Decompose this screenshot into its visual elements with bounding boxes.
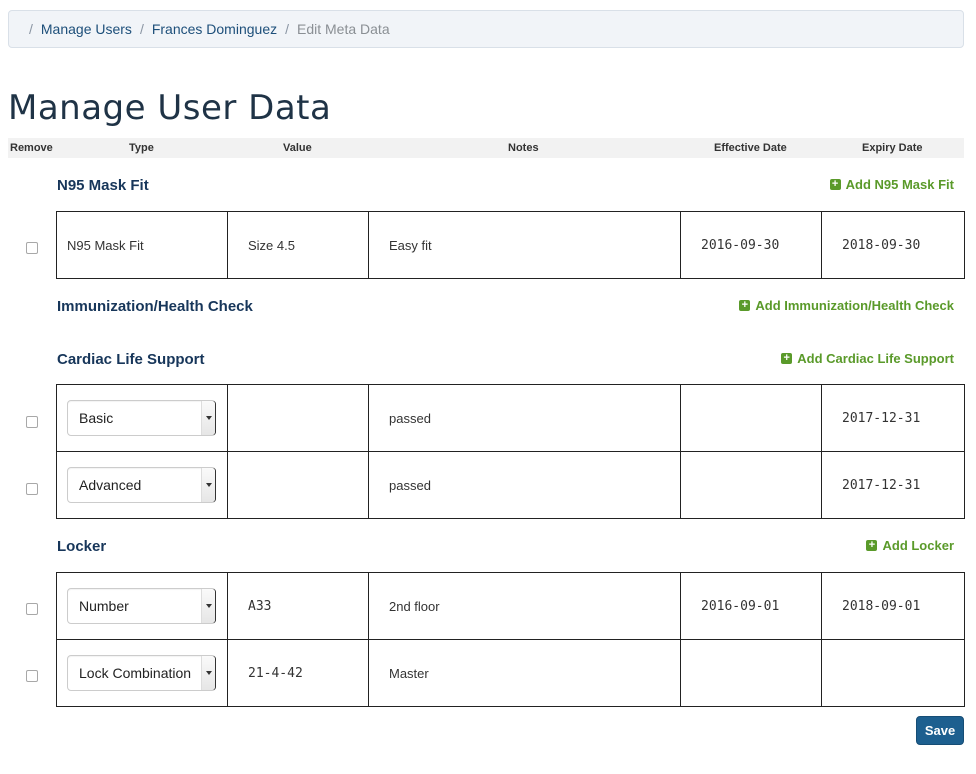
add-locker-label: Add Locker bbox=[882, 538, 954, 553]
remove-checkbox[interactable] bbox=[26, 242, 38, 254]
section-title-cardiac: Cardiac Life Support bbox=[57, 351, 205, 368]
page-title: Manage User Data bbox=[8, 88, 332, 128]
column-header-effective-date: Effective Date bbox=[714, 142, 787, 154]
effective-date-cell[interactable] bbox=[680, 639, 822, 707]
remove-checkbox[interactable] bbox=[26, 670, 38, 682]
section-title-n95: N95 Mask Fit bbox=[57, 177, 149, 194]
value-cell[interactable]: 21-4-42 bbox=[227, 639, 369, 707]
plus-icon: + bbox=[739, 300, 751, 311]
select-arrow-icon bbox=[201, 401, 215, 435]
expiry-date-cell[interactable]: 2018-09-30 bbox=[821, 211, 965, 279]
type-select-value: Lock Combination bbox=[79, 665, 192, 681]
plus-icon: + bbox=[866, 540, 878, 551]
type-select[interactable]: Lock Combination bbox=[67, 655, 216, 691]
column-header-remove: Remove bbox=[10, 142, 53, 154]
add-cardiac-button[interactable]: + Add Cardiac Life Support bbox=[781, 351, 954, 366]
plus-icon: + bbox=[781, 353, 793, 364]
plus-icon: + bbox=[829, 179, 841, 190]
type-select[interactable]: Advanced bbox=[67, 467, 216, 503]
section-title-immunization: Immunization/Health Check bbox=[57, 298, 253, 315]
select-arrow-icon bbox=[201, 589, 215, 623]
value-cell[interactable]: Size 4.5 bbox=[227, 211, 369, 279]
add-immunization-label: Add Immunization/Health Check bbox=[755, 298, 954, 313]
select-arrow-icon bbox=[201, 656, 215, 690]
effective-date-cell[interactable] bbox=[680, 451, 822, 519]
locker-table: Number A33 2nd floor 2016-09-01 2018-09-… bbox=[56, 572, 965, 707]
type-select-value: Number bbox=[79, 598, 129, 614]
notes-cell[interactable]: 2nd floor bbox=[368, 572, 681, 640]
column-header-row: Remove Type Value Notes Effective Date E… bbox=[8, 138, 964, 158]
value-cell[interactable] bbox=[227, 384, 369, 452]
add-locker-button[interactable]: + Add Locker bbox=[866, 538, 954, 553]
breadcrumb-separator: / bbox=[29, 21, 33, 37]
remove-checkbox[interactable] bbox=[26, 483, 38, 495]
type-select[interactable]: Number bbox=[67, 588, 216, 624]
table-row: Basic passed 2017-12-31 bbox=[56, 384, 965, 452]
expiry-date-cell[interactable]: 2017-12-31 bbox=[821, 384, 965, 452]
breadcrumb-link-user[interactable]: Frances Dominguez bbox=[152, 21, 277, 37]
cardiac-table: Basic passed 2017-12-31 Advanced passed … bbox=[56, 384, 965, 519]
column-header-type: Type bbox=[129, 142, 154, 154]
table-row: Lock Combination 21-4-42 Master bbox=[56, 639, 965, 707]
save-button[interactable]: Save bbox=[916, 716, 964, 745]
table-row: Number A33 2nd floor 2016-09-01 2018-09-… bbox=[56, 572, 965, 640]
type-select[interactable]: Basic bbox=[67, 400, 216, 436]
n95-table: N95 Mask Fit Size 4.5 Easy fit 2016-09-3… bbox=[56, 211, 965, 279]
value-cell[interactable] bbox=[227, 451, 369, 519]
effective-date-cell[interactable]: 2016-09-30 bbox=[680, 211, 822, 279]
expiry-date-cell[interactable]: 2018-09-01 bbox=[821, 572, 965, 640]
type-cell: Lock Combination bbox=[56, 639, 228, 707]
expiry-date-cell[interactable]: 2017-12-31 bbox=[821, 451, 965, 519]
add-n95-button[interactable]: + Add N95 Mask Fit bbox=[829, 177, 954, 192]
value-cell[interactable]: A33 bbox=[227, 572, 369, 640]
notes-cell[interactable]: passed bbox=[368, 384, 681, 452]
column-header-value: Value bbox=[283, 142, 312, 154]
expiry-date-cell[interactable] bbox=[821, 639, 965, 707]
section-title-locker: Locker bbox=[57, 538, 107, 555]
add-immunization-button[interactable]: + Add Immunization/Health Check bbox=[739, 298, 954, 313]
remove-checkbox[interactable] bbox=[26, 603, 38, 615]
type-cell: Basic bbox=[56, 384, 228, 452]
breadcrumb-current: Edit Meta Data bbox=[297, 21, 390, 37]
table-row: Advanced passed 2017-12-31 bbox=[56, 451, 965, 519]
effective-date-cell[interactable] bbox=[680, 384, 822, 452]
type-select-value: Basic bbox=[79, 410, 114, 426]
remove-checkbox[interactable] bbox=[26, 416, 38, 428]
add-n95-label: Add N95 Mask Fit bbox=[845, 177, 954, 192]
notes-cell[interactable]: Easy fit bbox=[368, 211, 681, 279]
breadcrumb-link-manage-users[interactable]: Manage Users bbox=[41, 21, 132, 37]
type-cell: Advanced bbox=[56, 451, 228, 519]
breadcrumb-separator: / bbox=[285, 21, 289, 37]
select-arrow-icon bbox=[201, 468, 215, 502]
breadcrumb-separator: / bbox=[139, 21, 144, 37]
notes-cell[interactable]: Master bbox=[368, 639, 681, 707]
column-header-expiry-date: Expiry Date bbox=[862, 142, 923, 154]
table-row: N95 Mask Fit Size 4.5 Easy fit 2016-09-3… bbox=[56, 211, 965, 279]
effective-date-cell[interactable]: 2016-09-01 bbox=[680, 572, 822, 640]
type-select-value: Advanced bbox=[79, 477, 142, 493]
notes-cell[interactable]: passed bbox=[368, 451, 681, 519]
breadcrumb: / Manage Users / Frances Dominguez / Edi… bbox=[8, 10, 964, 48]
type-cell: Number bbox=[56, 572, 228, 640]
add-cardiac-label: Add Cardiac Life Support bbox=[797, 351, 954, 366]
column-header-notes: Notes bbox=[508, 142, 539, 154]
type-cell: N95 Mask Fit bbox=[56, 211, 228, 279]
